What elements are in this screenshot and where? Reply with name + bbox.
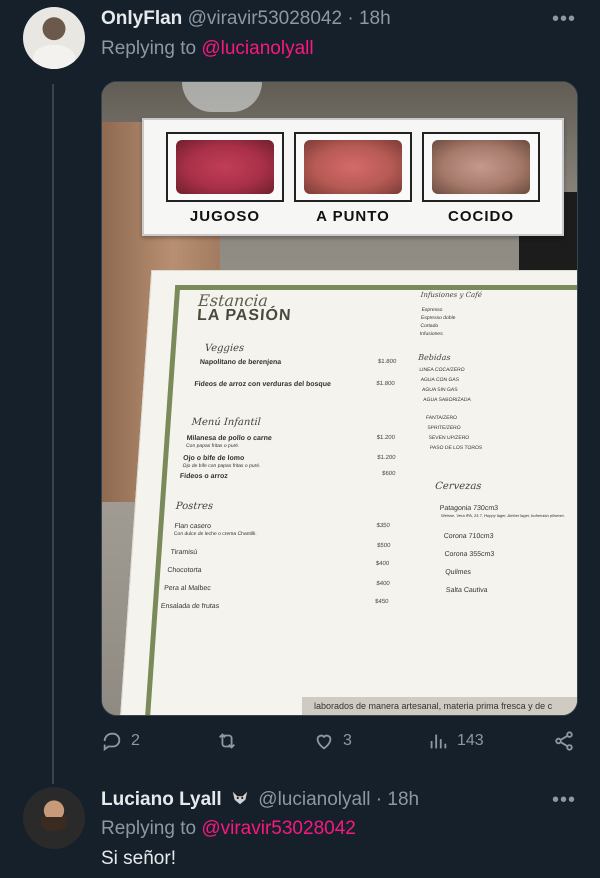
fox-badge-icon	[231, 789, 249, 807]
menu-item: Napolitano de berenjena	[199, 359, 282, 366]
reply-button[interactable]: 2	[101, 730, 140, 752]
views-button[interactable]: 143	[427, 730, 484, 752]
reply-text: Si señor!	[101, 848, 176, 869]
menu-price: $500	[376, 543, 391, 549]
label-jugoso: JUGOSO	[189, 208, 261, 225]
menu-price: $350	[376, 523, 390, 529]
menu-item-desc: Con dulce de leche o crema Chantilli.	[173, 531, 257, 537]
menu-item: Espresso doble	[420, 315, 456, 321]
more-icon[interactable]: •••	[552, 789, 576, 812]
menu-item: Ojo o bife de lomo	[182, 455, 245, 462]
section-infusiones: Infusiones y Café	[420, 291, 483, 299]
menu-price: $1.800	[376, 381, 395, 387]
menu-item: Corona 710cm3	[443, 533, 494, 540]
menu-logo-name: LA PASIÓN	[196, 307, 293, 324]
retweet-icon	[215, 730, 239, 752]
tweet-time[interactable]: · 18h	[347, 8, 390, 29]
menu-item: Infusiones	[419, 331, 443, 337]
share-button[interactable]	[553, 730, 575, 752]
views-count: 143	[457, 732, 484, 749]
menu-price: $400	[376, 581, 390, 587]
replying-to: Replying to @lucianolyall	[101, 38, 314, 59]
menu-price: $1.800	[377, 359, 397, 365]
menu-item: Ensalada de frutas	[160, 603, 220, 610]
tweet-image[interactable]: JUGOSO A PUNTO COCIDO Estancia LA PASIÓN…	[101, 81, 578, 716]
menu-item: AGUA SIN GAS	[421, 387, 458, 393]
section-postres: Postres	[175, 501, 214, 512]
thread-line	[52, 84, 54, 784]
menu-price: $1.200	[376, 455, 396, 461]
reply-author-handle[interactable]: @lucianolyall	[258, 789, 370, 810]
more-icon[interactable]: •••	[552, 8, 576, 31]
mention-link[interactable]: @lucianolyall	[201, 38, 313, 59]
menu-item: AGUA CON GAS	[420, 377, 460, 383]
reply-header: Luciano Lyall @lucianolyall · 18h	[101, 789, 419, 811]
reply-icon	[101, 730, 123, 752]
menu-price: $450	[374, 599, 389, 605]
heart-icon	[313, 730, 335, 752]
section-veggies: Veggies	[204, 343, 245, 354]
steak-cocido-image	[422, 132, 540, 202]
menu-item: Fideos o arroz	[179, 473, 228, 480]
restaurant-menu: Estancia LA PASIÓN Veggies Napolitano de…	[120, 270, 577, 715]
label-cocido: COCIDO	[448, 208, 514, 225]
menu-item: Tiramisú	[170, 549, 198, 556]
avatar-luciano[interactable]	[23, 787, 85, 849]
menu-item: Fideos de arroz con verduras del bosque	[194, 381, 332, 388]
views-icon	[427, 730, 449, 752]
menu-item: SPRITE/ZERO	[427, 425, 461, 431]
menu-item: LINEA COCA/ZERO	[419, 367, 465, 373]
tweet-actions: 2 3 143	[101, 730, 581, 760]
menu-item: Corona 355cm3	[444, 551, 495, 558]
menu-footer: laborados de manera artesanal, materia p…	[302, 697, 577, 715]
menu-item: Chocotorta	[167, 567, 202, 574]
reply-time[interactable]: · 18h	[376, 789, 419, 810]
reply-author-name[interactable]: Luciano Lyall	[101, 789, 222, 810]
menu-item-desc: Ojo de bife con papas fritas o puré.	[182, 463, 261, 469]
steak-a-punto-image	[294, 132, 412, 202]
label-a-punto: A PUNTO	[316, 208, 390, 225]
section-cervezas: Cervezas	[434, 481, 482, 492]
retweet-button[interactable]	[215, 730, 239, 752]
steak-jugoso-image	[166, 132, 284, 202]
menu-price: $1.200	[376, 435, 396, 441]
like-count: 3	[343, 732, 352, 749]
tweet-header: OnlyFlan @viravir53028042 · 18h	[101, 8, 391, 30]
menu-item: Pera al Malbec	[163, 585, 212, 592]
menu-item: Flan casero	[174, 523, 212, 530]
menu-item-desc: Con papas fritas o puré.	[185, 443, 240, 449]
menu-item-desc: Weisse, Vera IPA, 24.7, Hoppy lager, Amb…	[440, 513, 566, 518]
menu-item: Patagonia 730cm3	[439, 505, 499, 512]
author-handle[interactable]: @viravir53028042	[188, 8, 343, 29]
avatar-onlyflan[interactable]	[23, 7, 85, 69]
menu-item: SEVEN UP/ZERO	[428, 435, 470, 441]
like-button[interactable]: 3	[313, 730, 352, 752]
menu-item: Milanesa de pollo o carne	[186, 435, 272, 442]
menu-price: $400	[375, 561, 390, 567]
menu-item: PASO DE LOS TOROS	[429, 445, 483, 451]
menu-item: Salta Cautiva	[445, 587, 488, 594]
mention-link[interactable]: @viravir53028042	[201, 818, 356, 839]
menu-item: Espresso	[421, 307, 443, 313]
share-icon	[553, 730, 575, 752]
menu-item: Quilmes	[444, 569, 472, 576]
reply-count: 2	[131, 732, 140, 749]
section-bebidas: Bebidas	[417, 353, 451, 362]
menu-item: AGUA SABORIZADA	[423, 397, 471, 403]
menu-price: $600	[381, 471, 396, 477]
menu-item: FANTA/ZERO	[425, 415, 458, 421]
doneness-card: JUGOSO A PUNTO COCIDO	[142, 118, 564, 236]
author-name[interactable]: OnlyFlan	[101, 8, 182, 29]
menu-item: Cortado	[420, 323, 439, 329]
section-infantil: Menú Infantil	[191, 417, 262, 428]
reply-replying-to: Replying to @viravir53028042	[101, 818, 356, 839]
